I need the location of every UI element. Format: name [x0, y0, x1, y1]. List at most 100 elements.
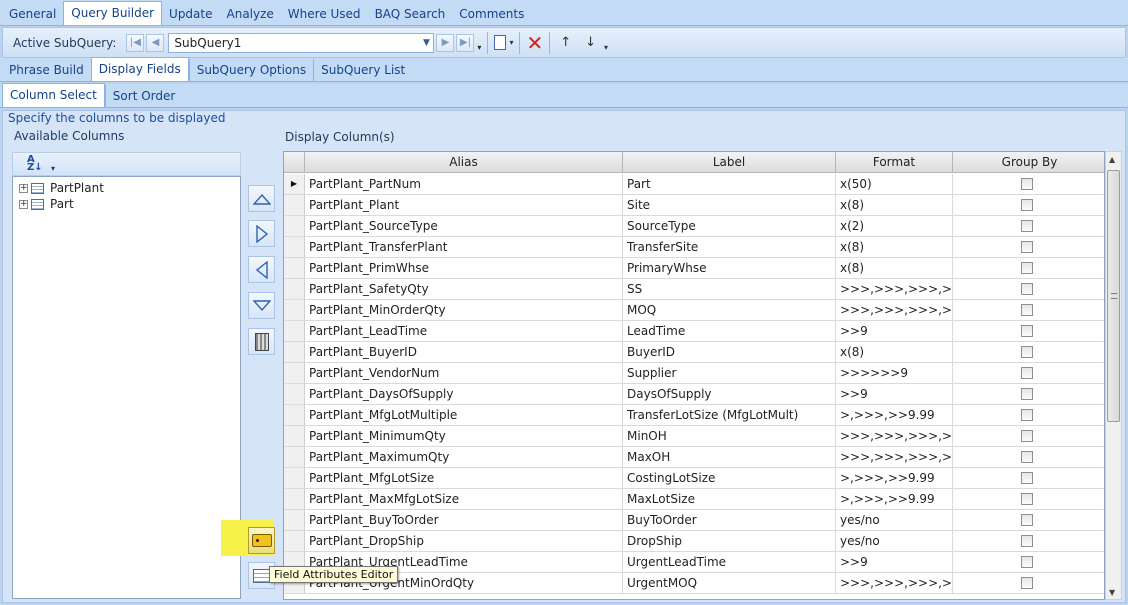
move-down-icon[interactable]: ↓	[585, 35, 596, 50]
tab-query-builder[interactable]: Query Builder	[63, 1, 163, 25]
row-selector[interactable]	[284, 258, 305, 278]
table-row[interactable]: PartPlant_MfgLotMultiple TransferLotSize …	[284, 405, 1104, 426]
row-selector[interactable]	[284, 426, 305, 446]
group-by-checkbox[interactable]	[1021, 556, 1033, 568]
tree-node[interactable]: + PartPlant	[19, 180, 104, 196]
row-selector[interactable]	[284, 216, 305, 236]
format-cell[interactable]: >>>>>>9	[836, 363, 953, 383]
alias-cell[interactable]: PartPlant_MfgLotMultiple	[305, 405, 623, 425]
label-cell[interactable]: MOQ	[623, 300, 836, 320]
tab-display-fields[interactable]: Display Fields	[90, 57, 189, 81]
sort-az-icon[interactable]: A Z↓	[27, 155, 43, 173]
format-cell[interactable]: x(2)	[836, 216, 953, 236]
format-cell[interactable]: x(50)	[836, 174, 953, 194]
alias-cell[interactable]: PartPlant_MfgLotSize	[305, 468, 623, 488]
format-cell[interactable]: >>>,>>>,>>>,>>9.9	[836, 426, 953, 446]
label-cell[interactable]: CostingLotSize	[623, 468, 836, 488]
current-row-arrow-icon[interactable]: ▶	[284, 174, 305, 194]
overflow-chevron-icon[interactable]: ▾	[604, 43, 608, 52]
alias-cell[interactable]: PartPlant_DaysOfSupply	[305, 384, 623, 404]
alias-cell[interactable]: PartPlant_BuyToOrder	[305, 510, 623, 530]
field-attributes-editor-button[interactable]	[248, 527, 275, 554]
label-cell[interactable]: BuyToOrder	[623, 510, 836, 530]
last-subquery-icon[interactable]: ▶|	[456, 33, 475, 52]
group-by-checkbox[interactable]	[1021, 514, 1033, 526]
available-columns-tree[interactable]: + PartPlant + Part	[12, 176, 241, 599]
grid-scrollbar[interactable]: ▲ ▼	[1105, 151, 1122, 600]
label-cell[interactable]: Part	[623, 174, 836, 194]
format-cell[interactable]: >>>,>>>,>>>,>>9.9	[836, 300, 953, 320]
alias-cell[interactable]: PartPlant_PrimWhse	[305, 258, 623, 278]
alias-cell[interactable]: PartPlant_SourceType	[305, 216, 623, 236]
label-cell[interactable]: DropShip	[623, 531, 836, 551]
label-cell[interactable]: TransferSite	[623, 237, 836, 257]
alias-cell[interactable]: PartPlant_BuyerID	[305, 342, 623, 362]
row-selector[interactable]	[284, 384, 305, 404]
alias-cell[interactable]: PartPlant_DropShip	[305, 531, 623, 551]
format-cell[interactable]: x(8)	[836, 237, 953, 257]
alias-cell[interactable]: PartPlant_MinimumQty	[305, 426, 623, 446]
sort-dropdown-chevron-icon[interactable]: ▾	[51, 164, 55, 173]
group-by-checkbox[interactable]	[1021, 304, 1033, 316]
format-cell[interactable]: >>>,>>>,>>>,>>9.9	[836, 573, 953, 593]
row-selector[interactable]	[284, 489, 305, 509]
row-selector[interactable]	[284, 531, 305, 551]
group-by-checkbox[interactable]	[1021, 409, 1033, 421]
tab-analyze[interactable]: Analyze	[220, 3, 281, 25]
group-by-checkbox[interactable]	[1021, 262, 1033, 274]
row-selector[interactable]	[284, 195, 305, 215]
add-column-button[interactable]	[248, 220, 275, 247]
group-by-checkbox[interactable]	[1021, 367, 1033, 379]
format-cell[interactable]: x(8)	[836, 195, 953, 215]
format-cell[interactable]: >>9	[836, 552, 953, 572]
delete-icon[interactable]: ✕	[526, 33, 543, 53]
label-cell[interactable]: BuyerID	[623, 342, 836, 362]
group-by-checkbox[interactable]	[1021, 346, 1033, 358]
new-subquery-icon[interactable]	[494, 35, 507, 50]
table-row[interactable]: PartPlant_MfgLotSize CostingLotSize >,>>>,…	[284, 468, 1104, 489]
table-row[interactable]: PartPlant_UrgentLeadTime UrgentLeadTime >>…	[284, 552, 1104, 573]
new-dropdown-chevron-icon[interactable]: ▾	[509, 38, 513, 47]
row-selector[interactable]	[284, 300, 305, 320]
format-cell[interactable]: >,>>>,>>9.99	[836, 468, 953, 488]
format-cell[interactable]: x(8)	[836, 258, 953, 278]
table-row[interactable]: PartPlant_DaysOfSupply DaysOfSupply >>9	[284, 384, 1104, 405]
table-row[interactable]: PartPlant_PrimWhse PrimaryWhse x(8)	[284, 258, 1104, 279]
table-row[interactable]: PartPlant_TransferPlant TransferSite x(8)	[284, 237, 1104, 258]
calculated-field-button[interactable]	[248, 328, 275, 355]
tree-node[interactable]: + Part	[19, 196, 74, 212]
format-cell[interactable]: >,>>>,>>9.99	[836, 489, 953, 509]
label-cell[interactable]: UrgentMOQ	[623, 573, 836, 593]
label-cell[interactable]: SourceType	[623, 216, 836, 236]
group-by-checkbox[interactable]	[1021, 451, 1033, 463]
row-selector[interactable]	[284, 510, 305, 530]
label-cell[interactable]: UrgentLeadTime	[623, 552, 836, 572]
label-cell[interactable]: LeadTime	[623, 321, 836, 341]
label-cell[interactable]: MaxOH	[623, 447, 836, 467]
table-row[interactable]: PartPlant_MaxMfgLotSize MaxLotSize >,>>>,>…	[284, 489, 1104, 510]
alias-cell[interactable]: PartPlant_PartNum	[305, 174, 623, 194]
expand-icon[interactable]: +	[19, 199, 28, 209]
group-by-checkbox[interactable]	[1021, 283, 1033, 295]
group-by-checkbox[interactable]	[1021, 430, 1033, 442]
table-row[interactable]: PartPlant_DropShip DropShip yes/no	[284, 531, 1104, 552]
format-cell[interactable]: >,>>>,>>9.99	[836, 405, 953, 425]
row-selector[interactable]	[284, 342, 305, 362]
label-cell[interactable]: PrimaryWhse	[623, 258, 836, 278]
group-by-checkbox[interactable]	[1021, 388, 1033, 400]
next-subquery-icon[interactable]: ▶	[436, 33, 455, 52]
table-row[interactable]: PartPlant_MinOrderQtyMOQ>>>,>>>,>>>,>>9.…	[284, 300, 1104, 321]
column-header-label[interactable]: Label	[623, 152, 836, 173]
scroll-down-icon[interactable]: ▼	[1109, 588, 1115, 597]
label-cell[interactable]: DaysOfSupply	[623, 384, 836, 404]
alias-cell[interactable]: PartPlant_SafetyQty	[305, 279, 623, 299]
group-by-checkbox[interactable]	[1021, 199, 1033, 211]
table-row[interactable]: PartPlant_Plant Site x(8)	[284, 195, 1104, 216]
group-by-checkbox[interactable]	[1021, 220, 1033, 232]
group-by-checkbox[interactable]	[1021, 241, 1033, 253]
column-header-group-by[interactable]: Group By	[953, 152, 1104, 173]
tab-comments[interactable]: Comments	[452, 3, 531, 25]
tab-phrase-build[interactable]: Phrase Build	[2, 59, 91, 81]
alias-cell[interactable]: PartPlant_MaximumQty	[305, 447, 623, 467]
tab-baq-search[interactable]: BAQ Search	[368, 3, 453, 25]
